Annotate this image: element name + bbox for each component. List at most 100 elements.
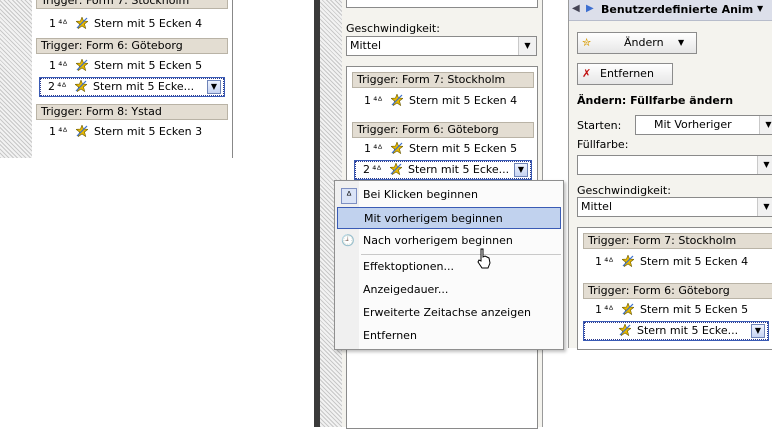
menu-item-label: Anzeigedauer... — [363, 283, 449, 296]
remove-button-label: Entfernen — [600, 67, 654, 80]
menu-separator — [361, 254, 561, 255]
top-combo-remnant[interactable] — [346, 0, 538, 8]
effect-label: Stern mit 5 Ecke... — [637, 324, 739, 337]
effect-row[interactable]: 1 ⁴ᐞ Stern mit 5 Ecken 4 — [46, 16, 226, 32]
task-pane-titlebar: ◀ ▶ Benutzerdefinierte Anim ▼ — [569, 0, 772, 21]
chevron-down-icon: ▼ — [678, 38, 685, 47]
chevron-down-icon[interactable]: ▼ — [751, 324, 765, 338]
menu-item-show-advanced-timeline[interactable]: Erweiterte Zeitachse anzeigen — [335, 302, 563, 324]
mouse-icon: ⁴ᐞ — [373, 144, 383, 155]
back-arrow-icon[interactable]: ◀ — [572, 3, 580, 14]
mouse-icon: ⁴ᐞ — [58, 19, 68, 30]
menu-item-label: Effektoptionen... — [363, 260, 454, 273]
remove-button[interactable]: ✗ Entfernen — [577, 63, 673, 85]
effect-label: Stern mit 5 Ecken 3 — [94, 125, 203, 138]
remove-icon: ✗ — [582, 67, 592, 80]
context-menu: ᐞ Bei Klicken beginnen Mit vorherigem be… — [334, 180, 564, 350]
speed-label: Geschwindigkeit: — [577, 184, 671, 197]
start-label: Starten: — [577, 119, 622, 132]
mouse-icon: ⁴ᐞ — [604, 257, 614, 268]
mouse-icon: ⁴ᐞ — [604, 305, 614, 316]
menu-item-timing[interactable]: Anzeigedauer... — [335, 279, 563, 301]
trigger-header[interactable]: Trigger: Form 7: Stockholm — [36, 0, 228, 9]
right-panel: ◀ ▶ Benutzerdefinierte Anim ▼ ✮ Ändern ▼… — [568, 0, 772, 350]
start-select[interactable]: Mit Vorheriger ▼ — [635, 115, 772, 135]
effect-row[interactable]: 1 ⁴ᐞ Stern mit 5 Ecken 3 — [46, 124, 226, 140]
menu-item-start-after-previous[interactable]: 🕘 Nach vorherigem beginnen — [335, 230, 563, 252]
menu-item-start-on-click[interactable]: ᐞ Bei Klicken beginnen — [335, 184, 563, 206]
effect-row[interactable]: 1 ⁴ᐞ Stern mit 5 Ecken 4 — [361, 93, 531, 109]
section-title: Ändern: Füllfarbe ändern — [577, 94, 734, 107]
menu-item-remove[interactable]: Entfernen — [335, 325, 563, 347]
star-effect-icon — [75, 80, 87, 92]
left-scroll-gutter — [0, 0, 32, 158]
speed-value: Mittel — [350, 39, 381, 52]
menu-item-label: Entfernen — [363, 329, 417, 342]
left-list-box: Trigger: Form 7: Stockholm 1 ⁴ᐞ Stern mit … — [32, 0, 233, 158]
chevron-down-icon[interactable]: ▼ — [759, 116, 772, 134]
effect-row-selected[interactable]: 2 ⁴ᐞ Stern mit 5 Ecke... ▼ — [39, 77, 225, 97]
trigger-header[interactable]: Trigger: Form 8: Ystad — [36, 104, 228, 120]
effect-number: 2 — [48, 80, 55, 93]
speed-select[interactable]: Mittel ▼ — [577, 197, 772, 217]
star-effect-icon — [622, 255, 634, 267]
chevron-down-icon[interactable]: ▼ — [514, 163, 528, 177]
star-effect-icon — [390, 163, 402, 175]
mouse-icon: ᐞ — [341, 188, 357, 204]
chevron-down-icon[interactable]: ▼ — [207, 80, 221, 94]
effect-label: Stern mit 5 Ecken 5 — [409, 142, 518, 155]
effect-number: 1 — [49, 59, 56, 72]
effect-row[interactable]: 1 ⁴ᐞ Stern mit 5 Ecken 5 — [46, 58, 226, 74]
trigger-header[interactable]: Trigger: Form 6: Göteborg — [36, 38, 228, 54]
trigger-header[interactable]: Trigger: Form 6: Göteborg — [583, 283, 772, 299]
effects-list: Trigger: Form 7: Stockholm 1 ⁴ᐞ Stern mit … — [577, 227, 772, 350]
left-panel: Trigger: Form 7: Stockholm 1 ⁴ᐞ Stern mit … — [0, 0, 236, 158]
trigger-header[interactable]: Trigger: Form 7: Stockholm — [352, 72, 534, 88]
mouse-icon: ⁴ᐞ — [372, 165, 382, 176]
effect-label: Stern mit 5 Ecke... — [408, 163, 510, 176]
trigger-header[interactable]: Trigger: Form 6: Göteborg — [352, 122, 534, 138]
chevron-down-icon[interactable]: ▼ — [757, 156, 772, 174]
add-effect-star-icon: ✮ — [582, 36, 592, 49]
mouse-icon: ⁴ᐞ — [57, 82, 67, 93]
clock-icon: 🕘 — [341, 234, 355, 247]
star-effect-icon — [391, 142, 403, 154]
fill-label: Füllfarbe: — [577, 138, 629, 151]
star-effect-icon — [76, 125, 88, 137]
effect-row-selected[interactable]: Stern mit 5 Ecke... ▼ — [583, 321, 769, 341]
chevron-down-icon[interactable]: ▼ — [518, 37, 536, 55]
effect-label: Stern mit 5 Ecken 5 — [94, 59, 203, 72]
start-value: Mit Vorheriger — [654, 118, 732, 131]
effect-row-selected[interactable]: 2 ⁴ᐞ Stern mit 5 Ecke... ▼ — [354, 160, 532, 180]
menu-item-start-with-previous[interactable]: Mit vorherigem beginnen — [337, 207, 561, 229]
menu-item-label: Mit vorherigem beginnen — [364, 212, 503, 225]
trigger-header[interactable]: Trigger: Form 7: Stockholm — [583, 233, 772, 249]
menu-item-effect-options[interactable]: Effektoptionen... — [335, 256, 563, 278]
effect-number: 1 — [49, 17, 56, 30]
effect-row[interactable]: 1 ⁴ᐞ Stern mit 5 Ecken 5 — [592, 302, 772, 318]
speed-value: Mittel — [581, 200, 612, 213]
effect-label: Stern mit 5 Ecken 4 — [640, 255, 749, 268]
effect-row[interactable]: 1 ⁴ᐞ Stern mit 5 Ecken 5 — [361, 141, 531, 157]
mouse-icon: ⁴ᐞ — [58, 127, 68, 138]
effect-row[interactable]: 1 ⁴ᐞ Stern mit 5 Ecken 4 — [592, 254, 772, 270]
fill-color-select[interactable]: ▼ — [577, 155, 772, 175]
menu-item-label: Bei Klicken beginnen — [363, 188, 478, 201]
effect-number: 1 — [595, 303, 602, 316]
middle-panel: Geschwindigkeit: Mittel ▼ Trigger: Form … — [314, 0, 564, 429]
effect-number: 1 — [595, 255, 602, 268]
chevron-down-icon[interactable]: ▼ — [757, 4, 763, 13]
effect-number: 1 — [49, 125, 56, 138]
speed-label: Geschwindigkeit: — [346, 22, 440, 35]
effect-label: Stern mit 5 Ecke... — [93, 80, 195, 93]
mouse-icon: ⁴ᐞ — [373, 96, 383, 107]
chevron-down-icon[interactable]: ▼ — [757, 198, 772, 216]
effect-number: 2 — [363, 163, 370, 176]
star-effect-icon — [619, 324, 631, 336]
change-button[interactable]: ✮ Ändern ▼ — [577, 32, 697, 54]
star-effect-icon — [76, 17, 88, 29]
effect-number: 1 — [364, 142, 371, 155]
mouse-icon: ⁴ᐞ — [58, 61, 68, 72]
forward-arrow-icon[interactable]: ▶ — [586, 3, 594, 14]
speed-select[interactable]: Mittel ▼ — [346, 36, 537, 56]
